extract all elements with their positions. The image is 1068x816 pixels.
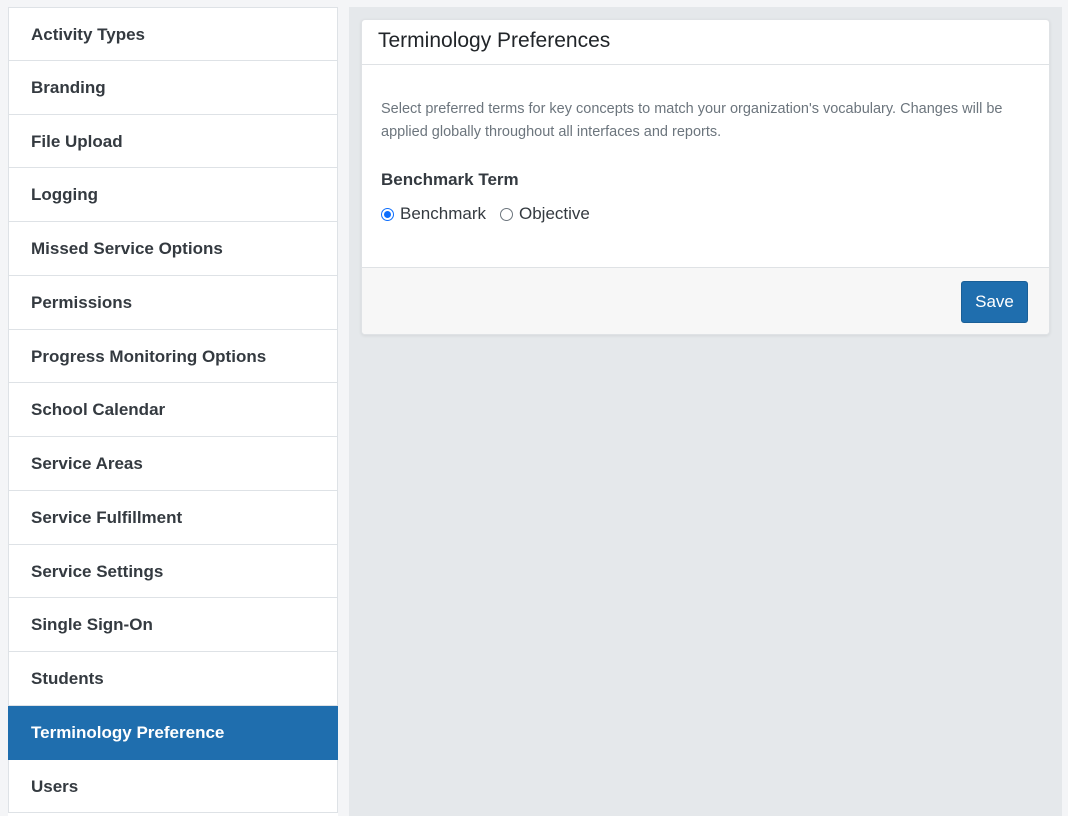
sidebar-item-service-areas[interactable]: Service Areas [8,437,338,491]
sidebar-item-terminology-preference[interactable]: Terminology Preference [8,705,338,760]
benchmark-term-radio-group: Benchmark Objective [381,204,1030,224]
sidebar-item-students[interactable]: Students [8,652,338,706]
settings-sidebar: Activity Types Branding File Upload Logg… [8,7,338,816]
card-body: Select preferred terms for key concepts … [362,65,1049,267]
benchmark-term-label: Benchmark Term [381,170,519,189]
sidebar-item-users[interactable]: Users [8,759,338,814]
radio-option-objective-label: Objective [518,204,590,223]
card-description: Select preferred terms for key concepts … [381,101,1003,140]
radio-option-benchmark[interactable]: Benchmark [381,204,486,224]
card-title: Terminology Preferences [362,20,1049,65]
sidebar-item-permissions[interactable]: Permissions [8,275,338,330]
sidebar-item-school-calendar[interactable]: School Calendar [8,383,338,437]
settings-layout: Activity Types Branding File Upload Logg… [0,0,1068,816]
sidebar-item-service-settings[interactable]: Service Settings [8,544,338,599]
main-panel: Terminology Preferences Select preferred… [349,7,1062,816]
radio-unchecked-icon[interactable] [499,207,513,221]
sidebar-item-file-upload[interactable]: File Upload [8,114,338,169]
sidebar-item-progress-monitoring-options[interactable]: Progress Monitoring Options [8,329,338,384]
sidebar-item-logging[interactable]: Logging [8,168,338,222]
sidebar-item-missed-service-options[interactable]: Missed Service Options [8,222,338,276]
sidebar-item-activity-types[interactable]: Activity Types [8,7,338,61]
sidebar-item-branding[interactable]: Branding [8,60,338,115]
card-footer: Save [362,267,1049,334]
sidebar-item-service-fulfillment[interactable]: Service Fulfillment [8,490,338,545]
sidebar-item-single-sign-on[interactable]: Single Sign-On [8,598,338,652]
radio-checked-icon[interactable] [381,207,394,221]
save-button[interactable]: Save [961,281,1028,323]
terminology-card: Terminology Preferences Select preferred… [361,19,1050,335]
radio-option-objective[interactable]: Objective [499,204,590,224]
radio-option-benchmark-label: Benchmark [400,204,486,223]
